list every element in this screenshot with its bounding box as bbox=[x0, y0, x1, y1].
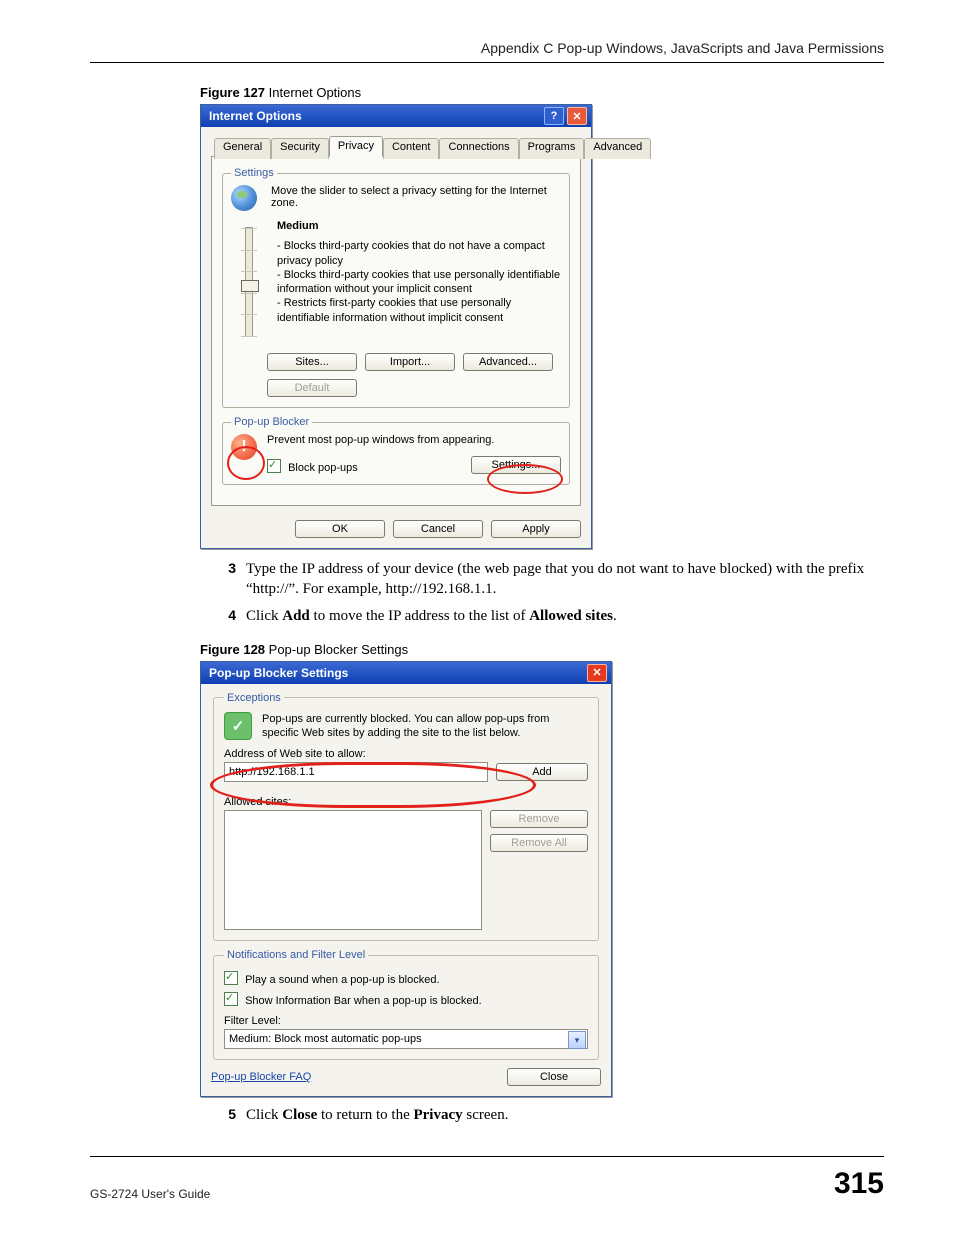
play-sound-label: Play a sound when a pop-up is blocked. bbox=[245, 974, 439, 986]
notifications-group: Notifications and Filter Level Play a so… bbox=[213, 949, 599, 1060]
help-icon[interactable]: ? bbox=[544, 107, 564, 125]
block-popups-label: Block pop-ups bbox=[288, 462, 358, 474]
sites-button[interactable]: Sites... bbox=[267, 353, 357, 371]
advanced-button[interactable]: Advanced... bbox=[463, 353, 553, 371]
address-input[interactable] bbox=[224, 762, 488, 782]
step-3-text: Type the IP address of your device (the … bbox=[246, 559, 884, 600]
step-4-number: 4 bbox=[218, 606, 236, 626]
tab-connections[interactable]: Connections bbox=[439, 138, 518, 159]
settings-group: Settings Move the slider to select a pri… bbox=[222, 167, 570, 408]
step-3: 3 Type the IP address of your device (th… bbox=[218, 559, 884, 600]
add-button[interactable]: Add bbox=[496, 763, 588, 781]
internet-options-dialog: Internet Options ? ✕ General Security Pr… bbox=[200, 104, 592, 549]
allow-icon: ✓ bbox=[224, 712, 252, 740]
step-5-number: 5 bbox=[218, 1105, 236, 1125]
import-button[interactable]: Import... bbox=[365, 353, 455, 371]
close-button[interactable]: Close bbox=[507, 1068, 601, 1086]
ok-button[interactable]: OK bbox=[295, 520, 385, 538]
block-popups-checkbox[interactable]: Block pop-ups bbox=[267, 457, 358, 474]
show-infobar-label: Show Information Bar when a pop-up is bl… bbox=[245, 995, 482, 1007]
checkbox-icon bbox=[267, 459, 281, 473]
figure-127-number: Figure 127 bbox=[200, 85, 265, 100]
exceptions-group: Exceptions ✓ Pop-ups are currently block… bbox=[213, 692, 599, 942]
cancel-button[interactable]: Cancel bbox=[393, 520, 483, 538]
checkbox-icon bbox=[224, 971, 238, 985]
figure-127-caption: Figure 127 Internet Options bbox=[200, 85, 884, 100]
checkbox-icon bbox=[224, 992, 238, 1006]
exceptions-intro: Pop-ups are currently blocked. You can a… bbox=[262, 712, 588, 741]
popup-intro: Prevent most pop-up windows from appeari… bbox=[267, 434, 561, 446]
privacy-level: Medium bbox=[277, 219, 561, 233]
step-3-number: 3 bbox=[218, 559, 236, 600]
figure-128-number: Figure 128 bbox=[200, 642, 265, 657]
popup-blocker-group: Pop-up Blocker ! Prevent most pop-up win… bbox=[222, 416, 570, 485]
step-5-text: Click Close to return to the Privacy scr… bbox=[246, 1105, 884, 1125]
figure-128-caption: Figure 128 Pop-up Blocker Settings bbox=[200, 642, 884, 657]
tab-strip: General Security Privacy Content Connect… bbox=[211, 136, 581, 157]
allowed-sites-label: Allowed sites: bbox=[224, 796, 588, 808]
close-icon[interactable]: ✕ bbox=[567, 107, 587, 125]
popup-blocker-settings-dialog: Pop-up Blocker Settings ✕ Exceptions ✓ P… bbox=[200, 661, 612, 1098]
privacy-level-desc: - Blocks third-party cookies that do not… bbox=[277, 239, 561, 325]
running-head: Appendix C Pop-up Windows, JavaScripts a… bbox=[90, 40, 884, 62]
close-icon[interactable]: ✕ bbox=[587, 664, 607, 682]
dialog-titlebar[interactable]: Internet Options ? ✕ bbox=[201, 105, 591, 127]
dialog-titlebar[interactable]: Pop-up Blocker Settings ✕ bbox=[201, 662, 611, 684]
chevron-down-icon[interactable]: ▾ bbox=[568, 1031, 586, 1049]
popup-blocker-legend: Pop-up Blocker bbox=[231, 416, 312, 428]
filter-level-select[interactable]: Medium: Block most automatic pop-ups bbox=[224, 1029, 588, 1049]
privacy-tab-pane: Settings Move the slider to select a pri… bbox=[211, 156, 581, 506]
allowed-sites-listbox[interactable] bbox=[224, 810, 482, 930]
tab-privacy[interactable]: Privacy bbox=[329, 136, 383, 157]
step-4-text: Click Add to move the IP address to the … bbox=[246, 606, 884, 626]
step-4: 4 Click Add to move the IP address to th… bbox=[218, 606, 884, 626]
step-5: 5 Click Close to return to the Privacy s… bbox=[218, 1105, 884, 1125]
figure-127-title: Internet Options bbox=[265, 85, 361, 100]
footer-page-number: 315 bbox=[834, 1167, 884, 1201]
privacy-slider[interactable] bbox=[231, 219, 267, 337]
settings-intro: Move the slider to select a privacy sett… bbox=[271, 185, 561, 211]
faq-link[interactable]: Pop-up Blocker FAQ bbox=[211, 1071, 311, 1083]
tab-programs[interactable]: Programs bbox=[519, 138, 585, 159]
default-button[interactable]: Default bbox=[267, 379, 357, 397]
footer-rule bbox=[90, 1156, 884, 1157]
remove-button[interactable]: Remove bbox=[490, 810, 588, 828]
header-rule bbox=[90, 62, 884, 63]
popup-blocker-icon: ! bbox=[231, 434, 257, 460]
tab-advanced[interactable]: Advanced bbox=[584, 138, 651, 159]
address-label: Address of Web site to allow: bbox=[224, 748, 588, 760]
dialog-title: Pop-up Blocker Settings bbox=[209, 666, 348, 680]
notifications-legend: Notifications and Filter Level bbox=[224, 949, 368, 961]
popup-settings-button[interactable]: Settings... bbox=[471, 456, 561, 474]
globe-icon bbox=[231, 185, 257, 211]
tab-general[interactable]: General bbox=[214, 138, 271, 159]
dialog-title: Internet Options bbox=[209, 109, 302, 123]
tab-content[interactable]: Content bbox=[383, 138, 440, 159]
tab-security[interactable]: Security bbox=[271, 138, 329, 159]
slider-thumb[interactable] bbox=[241, 280, 259, 292]
exceptions-legend: Exceptions bbox=[224, 692, 284, 704]
remove-all-button[interactable]: Remove All bbox=[490, 834, 588, 852]
show-infobar-checkbox[interactable]: Show Information Bar when a pop-up is bl… bbox=[224, 990, 588, 1007]
filter-level-label: Filter Level: bbox=[224, 1015, 588, 1027]
play-sound-checkbox[interactable]: Play a sound when a pop-up is blocked. bbox=[224, 969, 588, 986]
apply-button[interactable]: Apply bbox=[491, 520, 581, 538]
dialog-button-bar: OK Cancel Apply bbox=[211, 512, 581, 538]
figure-128-title: Pop-up Blocker Settings bbox=[265, 642, 408, 657]
settings-legend: Settings bbox=[231, 167, 277, 179]
footer-doc-title: GS-2724 User's Guide bbox=[90, 1187, 210, 1201]
